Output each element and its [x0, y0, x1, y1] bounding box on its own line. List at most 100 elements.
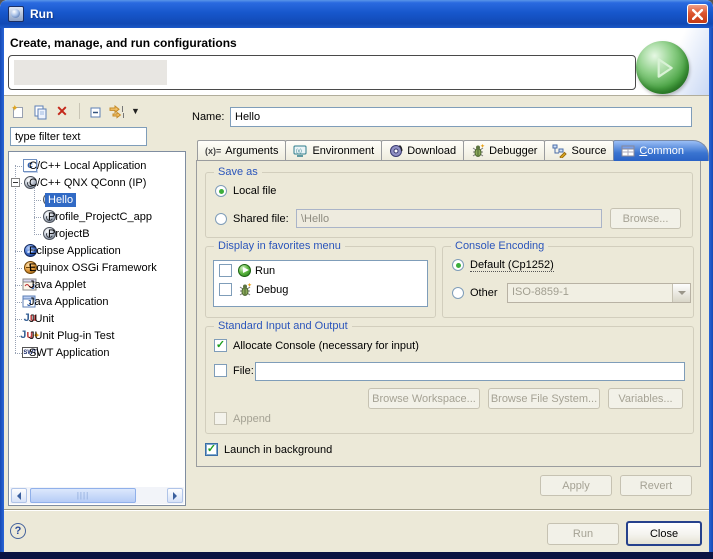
shared-file-label: Shared file: — [233, 213, 289, 225]
configurations-tree: c C/C++ Local Application C/C++ QNX QCon… — [8, 151, 186, 506]
close-button[interactable]: Close — [626, 521, 702, 546]
app-icon — [8, 6, 24, 22]
save-as-group: Save as Local file Shared file: Browse..… — [205, 172, 693, 238]
window-border-bottom — [0, 552, 713, 559]
favorites-group-title: Display in favorites menu — [214, 240, 345, 252]
debugger-icon: ✦ — [471, 144, 485, 158]
allocate-console-label: Allocate Console (necessary for input) — [233, 340, 419, 352]
tree-item-eclipse-application[interactable]: Eclipse Application — [10, 242, 184, 259]
environment-icon: (x) — [293, 145, 308, 158]
file-checkbox[interactable] — [214, 364, 227, 377]
tree-item-c-local[interactable]: c C/C++ Local Application — [10, 157, 184, 174]
svg-text:✦: ✦ — [11, 103, 19, 113]
run-checkbox[interactable] — [219, 264, 232, 277]
filter-input[interactable] — [10, 127, 147, 146]
page-title: Create, manage, and run configurations — [10, 36, 237, 50]
run-button: Run — [547, 523, 619, 545]
svg-text:✦: ✦ — [247, 283, 252, 289]
collapse-expander-icon[interactable] — [11, 178, 20, 187]
tree-item-junit-plugin-test[interactable]: Ju✦ JUnit Plug-in Test — [10, 327, 184, 344]
tab-debugger[interactable]: ✦ Debugger — [463, 140, 545, 161]
tab-environment[interactable]: (x) Environment — [285, 140, 382, 161]
console-encoding-group: Console Encoding Default (Cp1252) Other … — [442, 246, 694, 318]
tab-strip: (x)= Arguments (x) Environment Download … — [197, 140, 713, 161]
message-redacted-block — [14, 60, 167, 85]
browse-shared-button: Browse... — [610, 208, 681, 229]
close-icon[interactable] — [687, 4, 708, 24]
revert-button: Revert — [620, 475, 692, 496]
scroll-left-icon[interactable] — [11, 488, 27, 503]
run-orb-icon — [636, 41, 689, 94]
default-encoding-radio[interactable] — [452, 259, 464, 271]
tree-item-junit[interactable]: Ju JUnit — [10, 310, 184, 327]
tree-item-projectb[interactable]: ProjectB — [10, 225, 184, 242]
window-border-right — [709, 28, 713, 552]
common-tab-pane: Save as Local file Shared file: Browse..… — [196, 160, 701, 467]
collapse-all-icon[interactable] — [85, 101, 105, 121]
tree-item-hello[interactable]: Hello — [10, 191, 184, 208]
arguments-icon: (x)= — [205, 146, 221, 156]
allocate-console-checkbox[interactable] — [214, 339, 227, 352]
append-label: Append — [233, 413, 271, 425]
favorites-list: Run ✦ Debug — [213, 260, 428, 307]
shared-file-radio[interactable] — [215, 213, 227, 225]
tree-item-qnx-qconn[interactable]: C/C++ QNX QConn (IP) — [10, 174, 184, 191]
launch-background-checkbox[interactable] — [205, 443, 218, 456]
duplicate-icon[interactable] — [30, 101, 50, 121]
local-file-radio[interactable] — [215, 185, 227, 197]
run-dialog: Run Create, manage, and run configuratio… — [0, 0, 713, 559]
delete-icon[interactable]: ✕ — [52, 101, 72, 121]
filter-icon[interactable] — [107, 101, 127, 121]
debug-checkbox[interactable] — [219, 283, 232, 296]
tab-download[interactable]: Download — [381, 140, 464, 161]
browse-filesystem-button: Browse File System... — [488, 388, 600, 409]
toolbar-separator — [79, 103, 80, 119]
name-input[interactable] — [230, 107, 692, 127]
default-encoding-label: Default (Cp1252) — [470, 259, 554, 272]
run-icon — [238, 264, 251, 277]
favorite-debug-row[interactable]: ✦ Debug — [214, 280, 427, 299]
variables-button: Variables... — [608, 388, 683, 409]
debug-icon: ✦ — [238, 283, 252, 297]
tab-source[interactable]: Source — [544, 140, 614, 161]
favorite-run-row[interactable]: Run — [214, 261, 427, 280]
encoding-combo: ISO-8859-1 — [507, 283, 691, 303]
header-banner: Create, manage, and run configurations — [4, 28, 709, 96]
menu-caret-icon[interactable]: ▼ — [131, 106, 140, 116]
stdio-group: Standard Input and Output Allocate Conso… — [205, 326, 694, 434]
append-checkbox — [214, 412, 227, 425]
svg-text:(x): (x) — [296, 148, 302, 154]
local-file-label: Local file — [233, 185, 276, 197]
tree-item-java-application[interactable]: J Java Application — [10, 293, 184, 310]
tree-item-java-applet[interactable]: J Java Applet — [10, 276, 184, 293]
tree-item-equinox-osgi[interactable]: Equinox OSGi Framework — [10, 259, 184, 276]
file-input[interactable] — [255, 362, 685, 381]
common-icon — [621, 145, 635, 157]
tab-arguments[interactable]: (x)= Arguments — [197, 140, 286, 161]
other-encoding-radio[interactable] — [452, 287, 464, 299]
name-label: Name: — [192, 111, 224, 123]
tree-item-swt-application[interactable]: SWT SWT Application — [10, 344, 184, 361]
config-toolbar: ✦ ✕ ▼ — [8, 100, 140, 122]
window-title: Run — [30, 7, 53, 21]
tree-item-profile-projectc[interactable]: Profile_ProjectC_app — [10, 208, 184, 225]
message-area — [8, 55, 636, 90]
scroll-right-icon[interactable] — [167, 488, 183, 503]
other-encoding-label: Other — [470, 287, 498, 299]
scrollbar-thumb[interactable]: |||| — [30, 488, 136, 503]
titlebar: Run — [0, 0, 713, 28]
browse-workspace-button: Browse Workspace... — [368, 388, 480, 409]
window-border-left — [0, 28, 4, 552]
help-icon[interactable]: ? — [10, 523, 26, 539]
tab-common[interactable]: Common — [613, 140, 709, 161]
save-as-group-title: Save as — [214, 166, 262, 178]
favorites-group: Display in favorites menu Run ✦ Debug — [205, 246, 436, 318]
launch-background-label: Launch in background — [224, 444, 332, 456]
new-config-icon[interactable]: ✦ — [8, 101, 28, 121]
apply-button: Apply — [540, 475, 612, 496]
source-icon — [552, 144, 567, 158]
svg-text:✦: ✦ — [480, 144, 485, 150]
stdio-group-title: Standard Input and Output — [214, 320, 352, 332]
tree-horizontal-scrollbar[interactable]: |||| — [10, 487, 184, 504]
file-label: File: — [233, 365, 254, 377]
